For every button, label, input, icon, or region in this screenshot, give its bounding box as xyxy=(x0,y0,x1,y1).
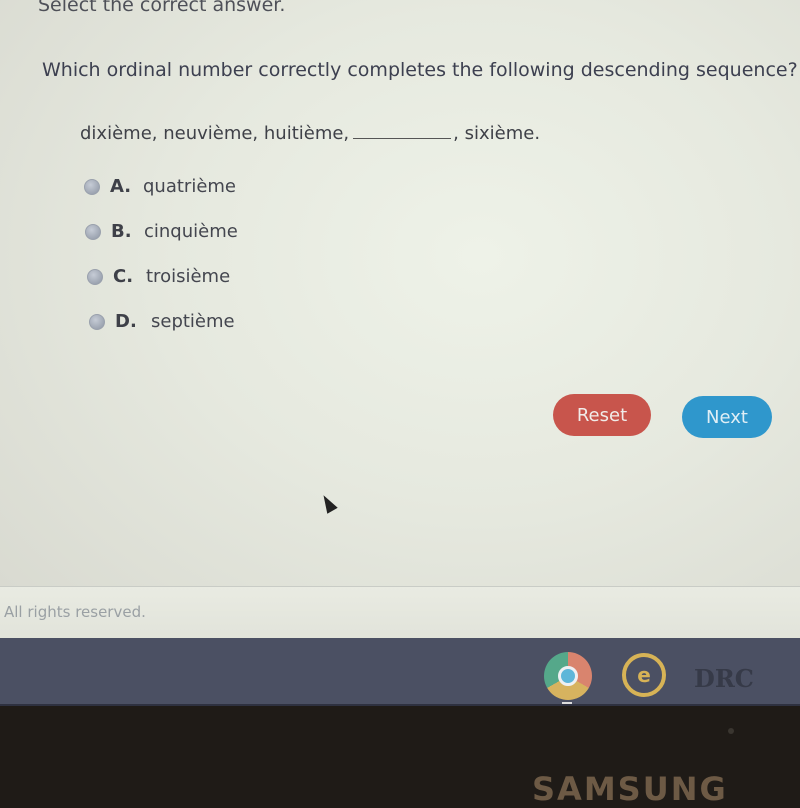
option-c[interactable]: C. troisième xyxy=(87,266,230,287)
option-letter: C. xyxy=(113,266,134,287)
radio-button[interactable] xyxy=(84,178,100,195)
radio-button[interactable] xyxy=(87,268,103,285)
bezel-brand-logo: SAMSUNG xyxy=(532,770,728,808)
option-letter: B. xyxy=(111,221,132,242)
radio-button[interactable] xyxy=(89,313,105,330)
option-text: septième xyxy=(151,311,235,332)
lightbulb-glyph: e xyxy=(637,663,651,687)
bezel-sensor xyxy=(728,728,734,734)
reset-button[interactable]: Reset xyxy=(553,394,651,436)
chrome-icon[interactable] xyxy=(544,652,592,700)
answer-blank xyxy=(353,124,452,139)
sequence-after: , sixième. xyxy=(453,123,541,144)
option-letter: A. xyxy=(110,176,132,197)
drc-icon[interactable]: DRC xyxy=(694,664,754,693)
sequence-prompt: dixième, neuvième, huitième, , sixième. xyxy=(80,123,540,144)
option-letter: D. xyxy=(115,311,137,332)
next-button[interactable]: Next xyxy=(682,396,772,438)
radio-button[interactable] xyxy=(85,223,101,240)
question-text: Which ordinal number correctly completes… xyxy=(42,59,798,81)
option-b[interactable]: B. cinquième xyxy=(85,221,238,242)
option-text: troisième xyxy=(146,266,231,287)
lightbulb-icon[interactable]: e xyxy=(622,653,666,697)
option-text: quatrième xyxy=(143,176,237,197)
option-d[interactable]: D. septième xyxy=(89,311,235,332)
instruction-text: Select the correct answer. xyxy=(38,0,286,16)
copyright-text: All rights reserved. xyxy=(4,603,146,621)
taskbar-shelf xyxy=(0,638,800,706)
active-app-indicator xyxy=(562,702,572,704)
sequence-before: dixième, neuvième, huitième, xyxy=(80,123,350,144)
chrome-icon-center xyxy=(558,666,578,686)
option-text: cinquième xyxy=(144,221,238,242)
option-a[interactable]: A. quatrième xyxy=(84,176,236,197)
